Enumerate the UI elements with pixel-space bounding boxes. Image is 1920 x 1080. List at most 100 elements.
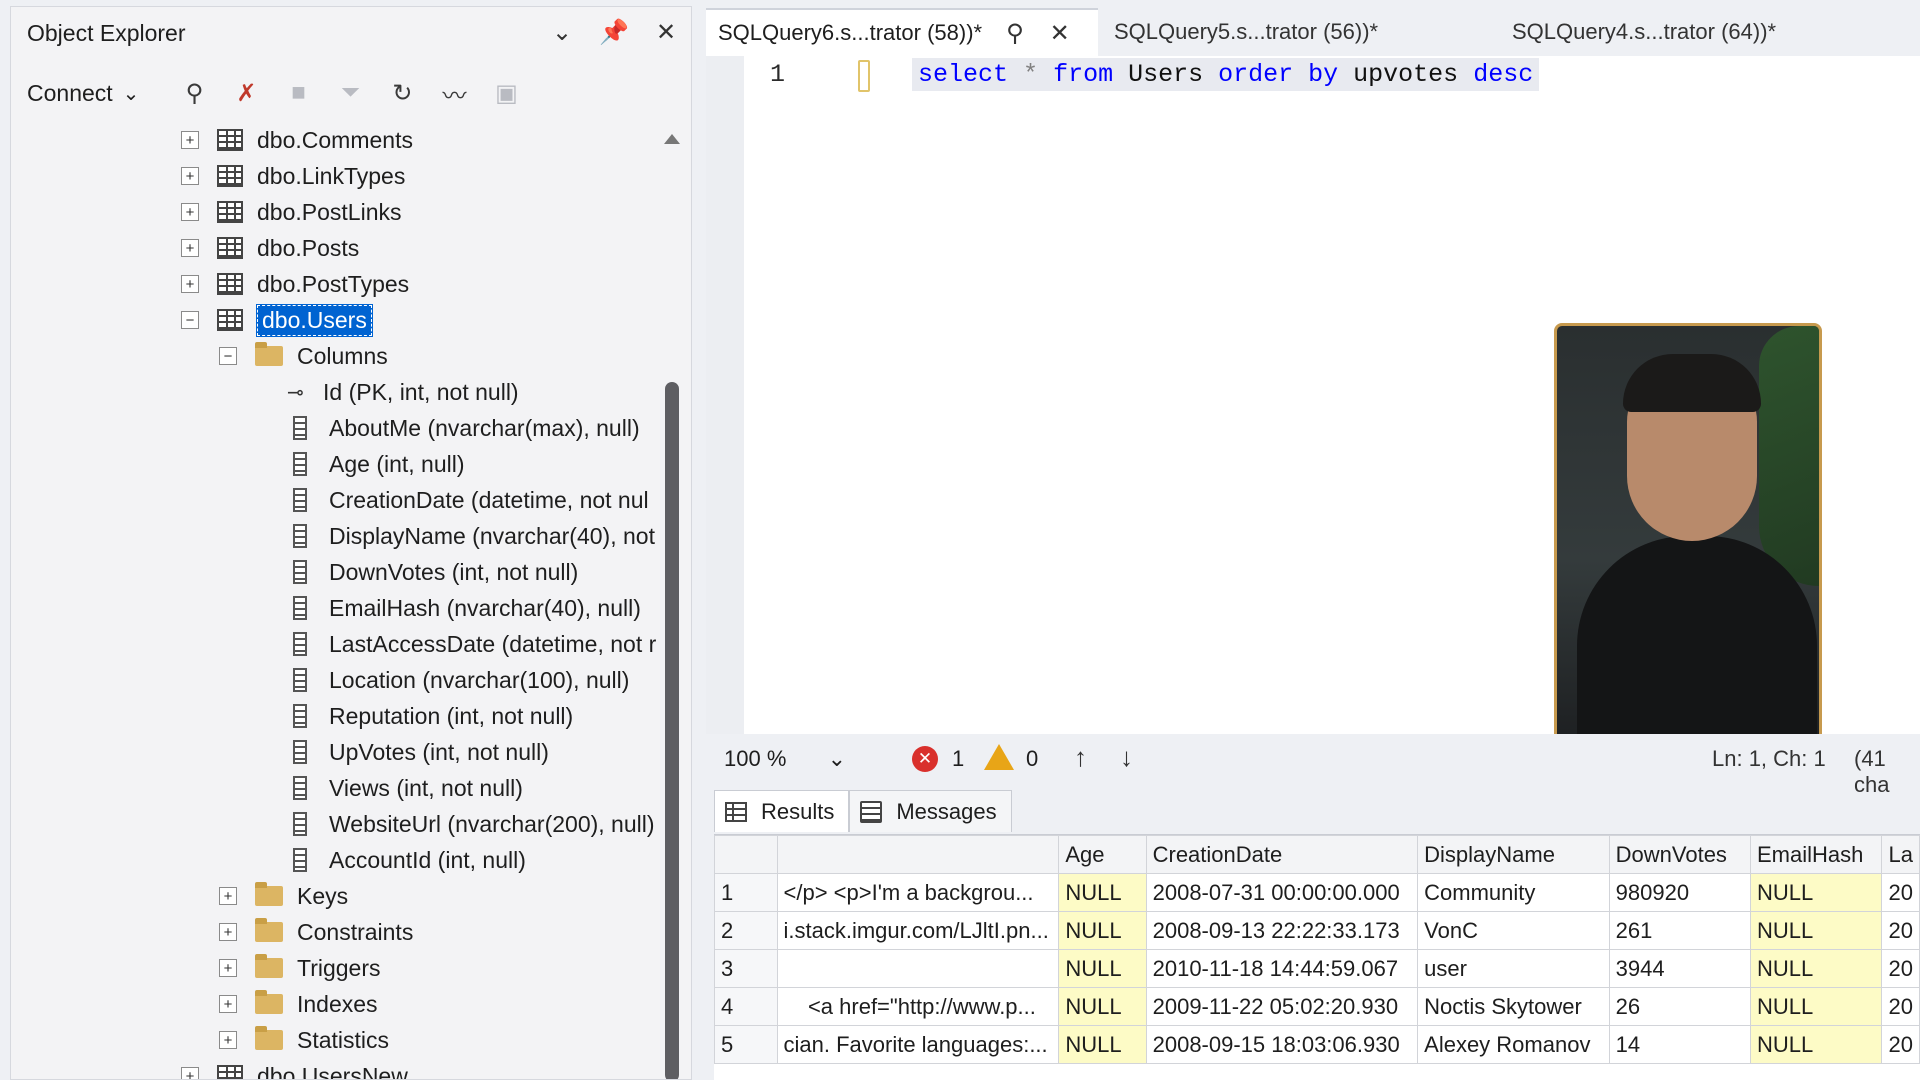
tree-node-folder[interactable]: + Indexes [219, 986, 378, 1022]
refresh-icon[interactable]: ↻ [383, 74, 421, 112]
tree-node-columns-folder[interactable]: − Columns [219, 338, 388, 374]
table-cell[interactable]: NULL [1749, 911, 1883, 950]
table-cell[interactable]: i.stack.imgur.com/LJltI.pn... [776, 911, 1060, 950]
plug-disconnect-icon[interactable]: ✗ [227, 74, 265, 112]
table-cell[interactable]: NULL [1058, 911, 1147, 950]
column-header[interactable]: DisplayName [1417, 835, 1610, 874]
table-cell[interactable]: 3944 [1608, 949, 1751, 988]
column-header[interactable]: EmailHash [1749, 835, 1883, 874]
tree-node-column[interactable]: DisplayName (nvarchar(40), not [287, 518, 655, 554]
column-header[interactable]: Age [1058, 835, 1147, 874]
tab-sqlquery5[interactable]: SQLQuery5.s...trator (56))* [1102, 8, 1498, 56]
table-row[interactable]: 4 <a href="http://www.p... NULL 2009-11-… [714, 987, 1920, 1026]
row-number[interactable]: 3 [714, 949, 778, 988]
expand-icon[interactable]: + [181, 239, 199, 257]
collapse-icon[interactable]: − [181, 311, 199, 329]
table-row[interactable]: 5 cian. Favorite languages:... NULL 2008… [714, 1025, 1920, 1064]
scroll-up-icon[interactable] [664, 134, 680, 144]
tree-node-table[interactable]: + dbo.PostLinks [181, 194, 401, 230]
tab-results[interactable]: Results [714, 790, 850, 832]
error-icon[interactable]: ✕ [912, 746, 938, 772]
zoom-select[interactable]: 100 % ⌄ [718, 742, 852, 776]
activity-monitor-icon[interactable]: 〰 [435, 74, 473, 112]
row-number[interactable]: 2 [714, 911, 778, 950]
tree-node-column[interactable]: Age (int, null) [287, 446, 465, 482]
scrollbar-thumb[interactable] [665, 382, 679, 1079]
table-cell[interactable]: NULL [1749, 1025, 1883, 1064]
tree-node-table[interactable]: + dbo.PostTypes [181, 266, 409, 302]
table-cell[interactable]: Noctis Skytower [1417, 987, 1610, 1026]
plug-connect-icon[interactable]: ⚲ [175, 74, 213, 112]
table-cell[interactable]: NULL [1058, 873, 1147, 912]
tree-node-column[interactable]: Location (nvarchar(100), null) [287, 662, 629, 698]
tree-node-folder[interactable]: + Triggers [219, 950, 381, 986]
table-cell[interactable]: 2008-07-31 00:00:00.000 [1145, 873, 1419, 912]
tree-node-table[interactable]: + dbo.LinkTypes [181, 158, 405, 194]
expand-icon[interactable]: + [181, 167, 199, 185]
close-icon[interactable]: ✕ [651, 15, 681, 49]
tab-sqlquery6[interactable]: SQLQuery6.s...trator (58))* ⚲ ✕ [706, 8, 1098, 56]
table-cell[interactable]: 20 [1881, 1025, 1920, 1064]
table-cell[interactable]: 2008-09-15 18:03:06.930 [1145, 1025, 1419, 1064]
connect-button[interactable]: Connect ⌄ [27, 80, 139, 107]
tree-node-column[interactable]: Reputation (int, not null) [287, 698, 573, 734]
expand-icon[interactable]: + [181, 203, 199, 221]
table-cell[interactable]: <a href="http://www.p... [776, 987, 1060, 1026]
tree-node-column[interactable]: DownVotes (int, not null) [287, 554, 578, 590]
table-cell[interactable]: 2010-11-18 14:44:59.067 [1145, 949, 1419, 988]
row-number[interactable]: 4 [714, 987, 778, 1026]
expand-icon[interactable]: + [181, 131, 199, 149]
results-grid[interactable]: Age CreationDate DisplayName DownVotes E… [714, 834, 1920, 1080]
table-cell[interactable]: 980920 [1608, 873, 1751, 912]
tab-sqlquery4[interactable]: SQLQuery4.s...trator (64))* [1500, 8, 1900, 56]
sql-code-line[interactable]: select * from Users order by upvotes des… [912, 58, 1540, 91]
tree-node-column[interactable]: WebsiteUrl (nvarchar(200), null) [287, 806, 655, 842]
tree-node-folder[interactable]: + Constraints [219, 914, 413, 950]
collapse-icon[interactable]: − [219, 347, 237, 365]
tree-scrollbar[interactable] [663, 122, 681, 1079]
table-cell[interactable]: NULL [1749, 987, 1883, 1026]
expand-icon[interactable]: + [219, 995, 237, 1013]
tree-node-table[interactable]: + dbo.Posts [181, 230, 359, 266]
table-cell[interactable]: Community [1417, 873, 1610, 912]
table-cell[interactable]: </p> <p>I'm a backgrou... [776, 873, 1060, 912]
tree-node-column[interactable]: Views (int, not null) [287, 770, 523, 806]
tree-node-column[interactable]: AboutMe (nvarchar(max), null) [287, 410, 640, 446]
tree-node-column[interactable]: EmailHash (nvarchar(40), null) [287, 590, 641, 626]
expand-icon[interactable]: + [181, 1067, 199, 1079]
table-cell[interactable]: NULL [1749, 873, 1883, 912]
row-number[interactable]: 5 [714, 1025, 778, 1064]
expand-icon[interactable]: + [219, 1031, 237, 1049]
table-row[interactable]: 1 </p> <p>I'm a backgrou... NULL 2008-07… [714, 873, 1920, 912]
tree-node-column[interactable]: AccountId (int, null) [287, 842, 526, 878]
table-cell[interactable]: NULL [1749, 949, 1883, 988]
table-cell[interactable]: 261 [1608, 911, 1751, 950]
pin-icon[interactable]: ⚲ [1006, 19, 1024, 48]
table-cell[interactable]: cian. Favorite languages:... [776, 1025, 1060, 1064]
tab-messages[interactable]: Messages [849, 790, 1012, 832]
tree-node-column[interactable]: UpVotes (int, not null) [287, 734, 549, 770]
table-cell[interactable]: Alexey Romanov [1417, 1025, 1610, 1064]
summary-icon[interactable]: ▣ [487, 74, 525, 112]
expand-icon[interactable]: + [219, 959, 237, 977]
expand-icon[interactable]: + [219, 923, 237, 941]
tree-node-folder[interactable]: + Statistics [219, 1022, 389, 1058]
table-cell[interactable]: NULL [1058, 949, 1147, 988]
column-header[interactable] [776, 835, 1060, 874]
tree-node-table[interactable]: + dbo.UsersNew [181, 1058, 408, 1079]
table-cell[interactable] [776, 949, 1060, 988]
warning-icon[interactable] [984, 744, 1014, 770]
table-row[interactable]: 3 NULL 2010-11-18 14:44:59.067 user 3944… [714, 949, 1920, 988]
tree-node-selected-table[interactable]: − dbo.Users [181, 302, 373, 338]
close-icon[interactable]: ✕ [1050, 19, 1070, 48]
row-number-header[interactable] [714, 835, 778, 874]
table-cell[interactable]: 2008-09-13 22:22:33.173 [1145, 911, 1419, 950]
pin-icon[interactable]: 📌 [599, 15, 629, 49]
filter-icon[interactable]: ⏷ [331, 74, 369, 112]
tree-node-folder[interactable]: + Keys [219, 878, 348, 914]
table-cell[interactable]: VonC [1417, 911, 1610, 950]
expand-icon[interactable]: + [219, 887, 237, 905]
table-cell[interactable]: 2009-11-22 05:02:20.930 [1145, 987, 1419, 1026]
table-cell[interactable]: NULL [1058, 1025, 1147, 1064]
chevron-down-icon[interactable]: ⌄ [547, 15, 577, 49]
